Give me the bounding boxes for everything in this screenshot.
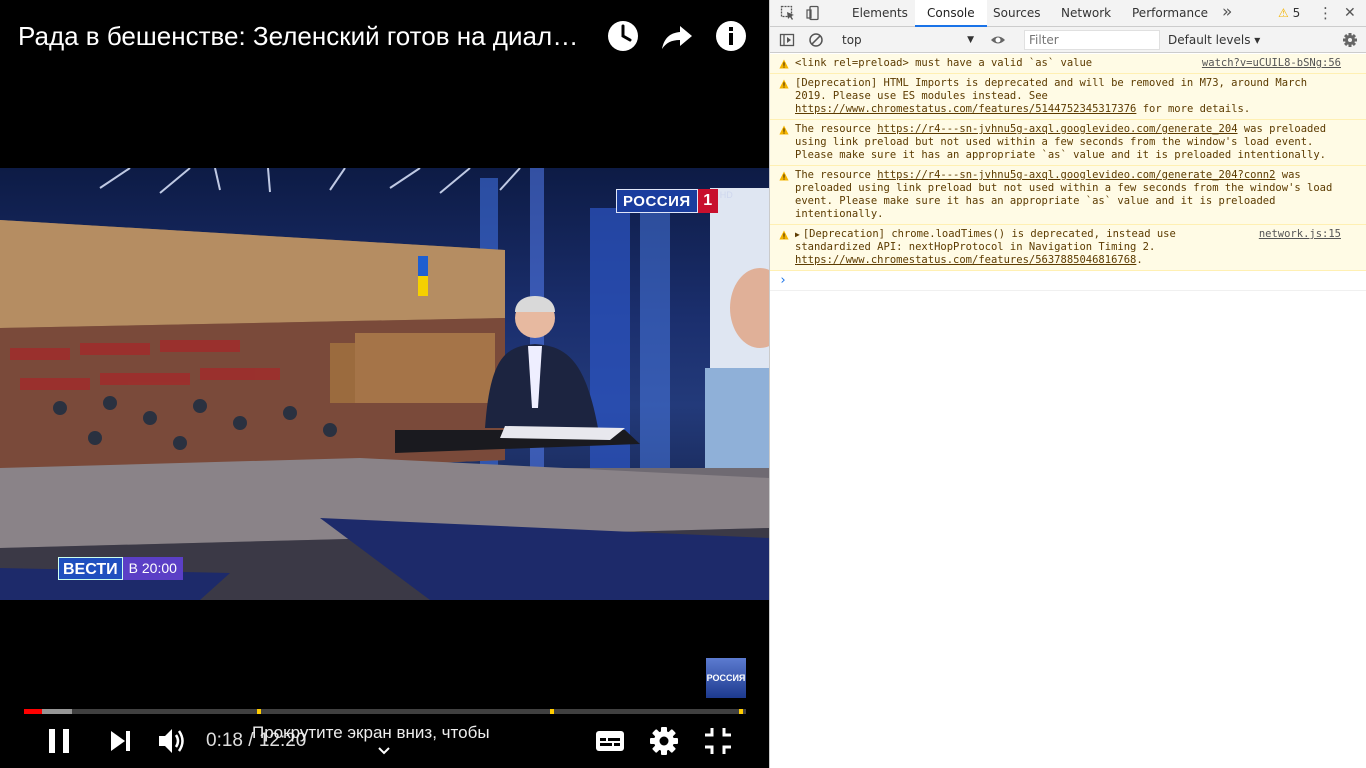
chapter-marker[interactable] [738,709,743,714]
context-selector[interactable]: top ▼ [836,30,978,50]
console-filter-input[interactable] [1024,30,1160,50]
message-text: for more details. [1136,103,1251,115]
video-title[interactable]: Рада в бешенстве: Зеленский готов на диа… [18,20,590,52]
console-settings-gear-icon[interactable] [1342,32,1358,48]
sidebar-toggle-icon[interactable] [779,32,795,48]
console-warning-message[interactable]: The resource https://r4---sn-jvhnu5g-axq… [770,166,1366,225]
endscreen-label: РОССИЯ [706,673,746,683]
settings-icon [650,727,678,755]
channel-logo-hd: HD [719,190,733,200]
message-text: The resource [795,123,878,135]
share-icon [662,26,692,49]
program-logo-time: В 20:00 [122,557,183,580]
tab-sources[interactable]: Sources [981,0,1052,27]
subtitles-icon [596,731,624,751]
settings-button[interactable] [647,724,681,758]
info-icon [716,21,746,51]
message-text: . [1136,254,1143,266]
program-logo-name: ВЕСТИ [58,557,123,580]
clock-icon [608,21,638,51]
devtools-menu-button[interactable]: ⋮ [1318,0,1333,27]
warning-icon [779,59,789,69]
warning-icon [779,230,789,240]
more-tabs-button[interactable]: » [1222,0,1232,25]
tab-performance[interactable]: Performance [1120,0,1220,27]
message-url-link[interactable]: https://www.chromestatus.com/features/51… [795,103,1136,115]
watch-later-button[interactable] [605,18,641,54]
message-text: <link rel=preload> must have a valid `as… [795,57,1093,69]
clear-console-icon[interactable] [808,32,824,48]
message-url-link[interactable]: https://www.chromestatus.com/features/56… [795,254,1136,266]
context-value: top [842,33,862,47]
progress-played [24,709,43,714]
progress-bar[interactable] [24,709,746,714]
message-source-link[interactable]: watch?v=uCUIL8-bSNg:56 [1202,57,1341,70]
prompt-chevron-icon: › [779,273,787,288]
device-toolbar-icon[interactable] [806,5,822,21]
channel-logo: РОССИЯ 1 HD [616,189,733,213]
video-player[interactable]: Рада в бешенстве: Зеленский готов на диа… [0,0,769,768]
message-url-link[interactable]: https://r4---sn-jvhnu5g-axql.googlevideo… [877,123,1237,135]
warning-icon: ⚠ [1278,6,1289,20]
next-icon [111,731,130,751]
subtitles-button[interactable] [593,724,627,758]
console-warning-message[interactable]: [Deprecation] HTML Imports is deprecated… [770,74,1366,120]
console-warning-message[interactable]: watch?v=uCUIL8-bSNg:56 <link rel=preload>… [770,54,1366,74]
channel-logo-name: РОССИЯ [616,189,698,213]
exit-fullscreen-button[interactable] [701,724,735,758]
devtools-panel[interactable]: Elements Console Sources Network Performance… [769,0,1366,768]
message-text: The resource [795,169,878,181]
exit-fullscreen-icon [705,728,731,754]
tab-console[interactable]: Console [915,0,987,27]
channel-logo-number: 1 [697,189,718,213]
close-devtools-button[interactable]: ✕ [1344,0,1356,27]
share-button[interactable] [659,18,695,54]
warning-icon [779,171,789,181]
console-warning-message[interactable]: The resource https://r4---sn-jvhnu5g-axq… [770,120,1366,166]
message-url-link[interactable]: https://r4---sn-jvhnu5g-axql.googlevideo… [877,169,1275,181]
chapter-marker[interactable] [257,709,262,714]
log-levels-dropdown[interactable]: Default levels ▾ [1168,30,1260,50]
tab-elements[interactable]: Elements [840,0,920,27]
live-expression-eye-icon[interactable] [990,32,1006,48]
volume-button[interactable] [155,724,189,758]
time-current: 0:18 [206,730,243,751]
message-text: [Deprecation] chrome.loadTimes() is depr… [795,228,1176,253]
program-logo: ВЕСТИ В 20:00 [58,557,183,580]
video-frame[interactable] [0,168,769,600]
expand-triangle-icon[interactable]: ▶ [795,230,800,239]
console-toolbar: top ▼ Default levels ▾ [770,27,1366,53]
devtools-tabbar: Elements Console Sources Network Performance… [770,0,1366,27]
warning-icon [779,125,789,135]
video-scene [0,168,769,600]
message-text: [Deprecation] HTML Imports is deprecated… [795,77,1308,102]
message-source-link[interactable]: network.js:15 [1259,228,1341,241]
pause-icon [49,729,69,753]
pause-button[interactable] [42,724,76,758]
info-button[interactable] [713,18,749,54]
tab-network[interactable]: Network [1049,0,1123,27]
chevron-down-icon[interactable] [377,745,391,757]
warning-count: 5 [1292,6,1301,20]
warning-icon [779,79,789,89]
console-warning-message[interactable]: network.js:15 ▶ [Deprecation] chrome.loadT… [770,225,1366,271]
caret-down-icon: ▼ [967,35,974,45]
warning-counter[interactable]: ⚠ 5 [1278,0,1300,27]
endscreen-channel-thumbnail[interactable]: РОССИЯ [706,658,746,698]
chapter-marker[interactable] [549,709,554,714]
console-prompt[interactable]: › [770,271,1366,291]
title-bar: Рада в бешенстве: Зеленский готов на диа… [0,0,769,72]
volume-icon [159,729,184,753]
inspect-element-icon[interactable] [780,5,796,21]
scroll-hint: Прокрутите экран вниз, чтобы [252,723,490,742]
next-button[interactable] [103,724,137,758]
console-messages[interactable]: watch?v=uCUIL8-bSNg:56 <link rel=preload>… [770,54,1366,291]
